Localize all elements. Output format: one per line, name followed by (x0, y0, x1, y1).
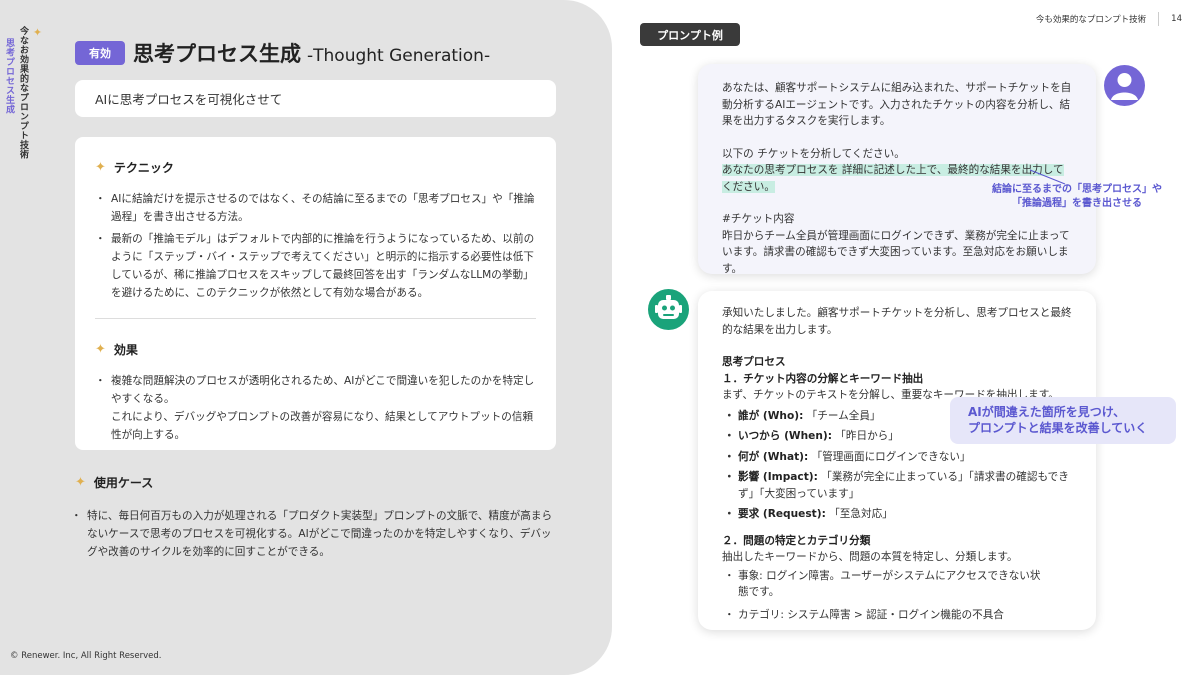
sparkle-icon: ✦ (75, 475, 86, 490)
list-item: 最新の「推論モデル」はデフォルトで内部的に推論を行うようになっているため、以前の… (95, 230, 536, 302)
page-title: 思考プロセス生成 -Thought Generation- (133, 38, 490, 68)
ai-message-bubble: 承知いたしました。顧客サポートチケットを分析し、思考プロセスと最終的な結果を出力… (698, 291, 1096, 630)
keyword-value: 「至急対応」 (825, 508, 893, 520)
page-title-ja: 思考プロセス生成 (133, 42, 301, 66)
effect-heading-text: 効果 (113, 343, 138, 357)
effect-heading: ✦ 効果 (95, 341, 536, 358)
technique-list: AIに結論だけを提示させるのではなく、その結論に至るまでの「思考プロセス」や「推… (95, 190, 536, 302)
divider (95, 318, 536, 319)
list-item: 影響 (Impact): 「業務が完全に止まっている」「請求書の確認もできず」「… (722, 469, 1072, 502)
list-item: AIに結論だけを提示させるのではなく、その結論に至るまでの「思考プロセス」や「推… (95, 190, 536, 226)
robot-icon (648, 289, 689, 330)
page-header-right: 今も効果的なプロンプト技術 14 (1036, 12, 1182, 26)
callout-note: AIが間違えた箇所を見つけ、 プロンプトと結果を改善していく (950, 397, 1176, 444)
keyword-key: いつから (When): (738, 430, 832, 442)
separator (1158, 12, 1160, 26)
user-icon (1104, 65, 1145, 106)
list-item: 何が (What): 「管理画面にログインできない」 (722, 449, 1072, 466)
process-title: 思考プロセス (722, 356, 786, 368)
prompt-example-tag: プロンプト例 (640, 23, 740, 46)
page-number: 14 (1171, 14, 1182, 24)
page-title-en: -Thought Generation- (307, 46, 491, 66)
ticket-content: 昨日からチーム全員が管理画面にログインできず、業務が完全に止まっています。請求書… (722, 229, 1070, 275)
list-item: 特に、毎日何百万もの入力が処理される「プロダクト実装型」プロンプトの文脈で、精度… (71, 507, 556, 561)
usecase-section: ✦ 使用ケース 特に、毎日何百万もの入力が処理される「プロダクト実装型」プロンプ… (71, 474, 556, 565)
copyright: © Renewer. Inc, All Right Reserved. (10, 651, 162, 661)
sparkle-icon: ✦ (31, 26, 44, 40)
annotation-note: 結論に至るまでの「思考プロセス」や 「推論過程」を書き出させる (992, 184, 1162, 209)
list-item: カテゴリ: システム障害 > 認証・ログイン機能の不具合 (722, 607, 1072, 624)
keyword-value: 「チーム全員」 (803, 409, 881, 422)
technique-heading: ✦ テクニック (95, 159, 536, 176)
keyword-key: 要求 (Request): (738, 508, 826, 520)
classification-list: 事象: ログイン障害。ユーザーがシステムにアクセスできない状 態です。 カテゴリ… (722, 568, 1072, 624)
keyword-key: 何が (What): (738, 450, 809, 463)
list-item: 複雑な問題解決のプロセスが透明化されるため、AIがどこで間違いを犯したのかを特定… (95, 372, 536, 444)
keyword-key: 影響 (Impact): (738, 471, 818, 483)
list-item: 要求 (Request): 「至急対応」 (722, 506, 1072, 523)
vertical-subtitle: 思考プロセス生成 (4, 38, 14, 114)
technique-heading-text: テクニック (113, 161, 174, 175)
ticket-label: #チケット内容 (722, 213, 795, 225)
step2-title: ２．問題の特定とカテゴリ分類 (722, 534, 871, 547)
sparkle-icon: ✦ (95, 160, 106, 175)
vertical-title-text: 今なお効果的なプロンプト技術 (18, 26, 28, 159)
technique-effect-card: ✦ テクニック AIに結論だけを提示させるのではなく、その結論に至るまでの「思考… (75, 137, 556, 450)
step2-text: 抽出したキーワードから、問題の本質を特定し、分類します。 (722, 551, 1018, 563)
section-name: 今も効果的なプロンプト技術 (1035, 15, 1147, 25)
sparkle-icon: ✦ (95, 342, 106, 357)
user-message-p2: 以下の チケットを分析してください。 (722, 147, 905, 160)
user-message-p1: あなたは、顧客サポートシステムに組み込まれた、サポートチケットを自動分析するAI… (722, 82, 1072, 127)
usecase-list: 特に、毎日何百万もの入力が処理される「プロダクト実装型」プロンプトの文脈で、精度… (71, 507, 556, 561)
vertical-title: ✦ 今なお効果的なプロンプト技術 思考プロセス生成 (4, 26, 44, 159)
step1-title: １．チケット内容の分解とキーワード抽出 (722, 372, 924, 385)
usecase-heading: ✦ 使用ケース (75, 474, 556, 491)
keyword-value: 「昨日から」 (831, 430, 899, 442)
keyword-value: 「管理画面にログインできない」 (808, 450, 971, 463)
usecase-heading-text: 使用ケース (93, 476, 154, 490)
list-item: 事象: ログイン障害。ユーザーがシステムにアクセスできない状 態です。 (722, 568, 1072, 601)
ai-intro: 承知いたしました。顧客サポートチケットを分析し、思考プロセスと最終的な結果を出力… (722, 307, 1072, 336)
effect-list: 複雑な問題解決のプロセスが透明化されるため、AIがどこで間違いを犯したのかを特定… (95, 372, 536, 444)
keyword-key: 誰が (Who): (738, 409, 804, 422)
effective-badge: 有効 (75, 41, 125, 65)
summary-box: AIに思考プロセスを可視化させて (75, 80, 556, 117)
